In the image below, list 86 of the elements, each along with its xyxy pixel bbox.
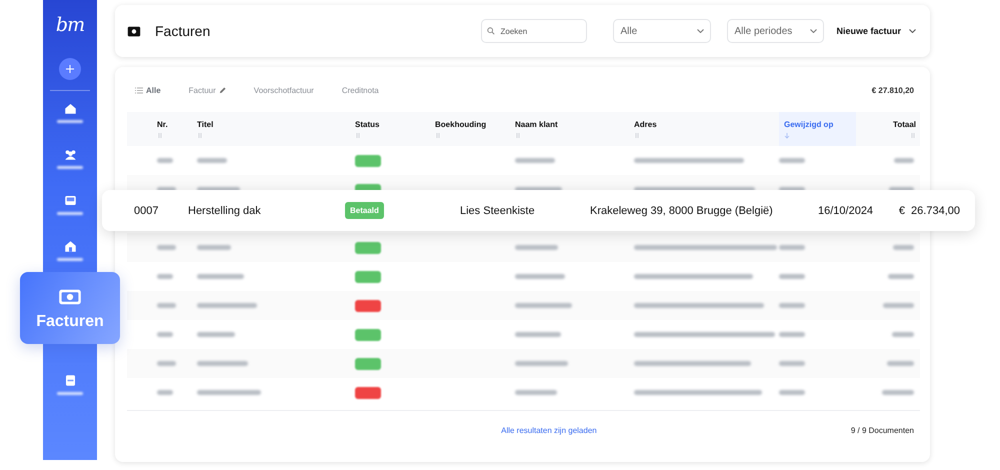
blurred-label: [57, 120, 83, 123]
add-button[interactable]: [59, 58, 81, 80]
sort-icon[interactable]: [197, 132, 203, 139]
blurred-text: [197, 245, 231, 250]
blurred-text: [197, 158, 227, 163]
blurred-text: [779, 332, 805, 337]
blurred-text: [157, 303, 176, 308]
blurred-text: [894, 158, 914, 163]
blurred-text: [157, 332, 173, 337]
plus-icon: [66, 65, 74, 73]
column-header[interactable]: Status: [355, 112, 435, 146]
blurred-label: [57, 392, 83, 395]
document-count: 9 / 9 Documenten: [850, 426, 915, 435]
logo[interactable]: bm: [56, 14, 84, 36]
table-cell-text: Herstelling dak: [188, 204, 262, 216]
blurred-text: [515, 274, 565, 279]
column-header[interactable]: Gewijzigd op: [779, 112, 856, 146]
table-cell-text: 16/10/2024: [818, 204, 874, 216]
blurred-text: [515, 245, 558, 250]
column-header[interactable]: Titel: [197, 112, 355, 146]
blurred-text: [779, 361, 805, 366]
table-cell: € 26.734,00: [898, 204, 960, 216]
blurred-text: [157, 274, 173, 279]
blurred-text: [157, 158, 173, 163]
blurred-text: [779, 158, 805, 163]
blurred-text: [197, 274, 244, 279]
status-badge: Betaald: [345, 202, 384, 219]
pencil-icon: [218, 86, 226, 94]
sort-icon[interactable]: [157, 132, 163, 139]
blurred-text: [779, 303, 805, 308]
sort-icon[interactable]: [515, 132, 521, 139]
blurred-text: [197, 390, 261, 395]
blurred-text: [779, 245, 805, 250]
chevron-down-icon: [909, 29, 916, 33]
blurred-text: [157, 361, 176, 366]
blurred-label: [57, 258, 83, 261]
filter-tab[interactable]: Alle: [135, 86, 161, 94]
blurred-text: [887, 361, 914, 366]
blurred-text: [515, 158, 555, 163]
blurred-text: [779, 274, 805, 279]
blurred-text: [197, 361, 248, 366]
blurred-text: [515, 303, 572, 308]
sort-icon[interactable]: [634, 132, 640, 139]
status-text: Alle resultaten zijn geladen: [500, 426, 598, 435]
blurred-label: [57, 212, 83, 215]
blurred-label: [57, 166, 83, 169]
new-invoice-button[interactable]: Nieuwe factuur: [834, 26, 918, 36]
table-cell-text: Krakeleweg 39, 8000 Brugge (België): [590, 204, 774, 216]
home-icon[interactable]: [62, 101, 78, 116]
banknote-icon: [127, 26, 141, 36]
column-header[interactable]: Adres: [634, 112, 779, 146]
blurred-text: [197, 332, 235, 337]
blurred-text: [883, 303, 914, 308]
blurred-text: [157, 390, 173, 395]
blurred-text: [515, 332, 561, 337]
chevron-down-icon: [810, 29, 818, 33]
house-icon[interactable]: [62, 239, 78, 254]
filter-dropdown[interactable]: Alle periodes: [727, 19, 824, 43]
blurred-text: [157, 245, 176, 250]
filter-dropdown[interactable]: Alle: [613, 19, 712, 43]
list-icon: [135, 86, 143, 94]
chevron-down-icon: [697, 29, 704, 33]
column-header[interactable]: Nr.: [157, 112, 197, 146]
search-field[interactable]: Zoeken: [481, 19, 588, 43]
sort-icon[interactable]: [784, 132, 790, 139]
table-cell-text: Lies Steenkiste: [460, 204, 536, 216]
column-header[interactable]: Boekhouding: [435, 112, 515, 146]
highlighted-row[interactable]: 0007 Herstelling dak Betaald Lies Steenkiste Krakeleweg 39, 8000 Brugge (België) 16/10/2024 € 26.734,00: [102, 190, 975, 231]
blurred-text: [888, 274, 914, 279]
grand-total: € 27.810,20: [872, 86, 915, 94]
column-header[interactable]: Naam klant: [515, 112, 634, 146]
sort-icon[interactable]: [435, 132, 441, 139]
inbox-icon[interactable]: [62, 193, 78, 208]
blurred-text: [197, 303, 257, 308]
sort-icon[interactable]: [355, 132, 361, 139]
blurred-text: [515, 361, 568, 366]
table-cell-text: 0007: [134, 204, 160, 216]
search-icon: [487, 27, 496, 35]
blurred-text: [515, 390, 557, 395]
page-title: Facturen: [155, 23, 212, 39]
blurred-text: [882, 390, 914, 395]
blurred-text: [892, 332, 914, 337]
column-header[interactable]: Totaal: [856, 112, 920, 146]
blurred-text: [779, 390, 805, 395]
sort-icon[interactable]: [910, 132, 916, 139]
blurred-text: [893, 245, 914, 250]
